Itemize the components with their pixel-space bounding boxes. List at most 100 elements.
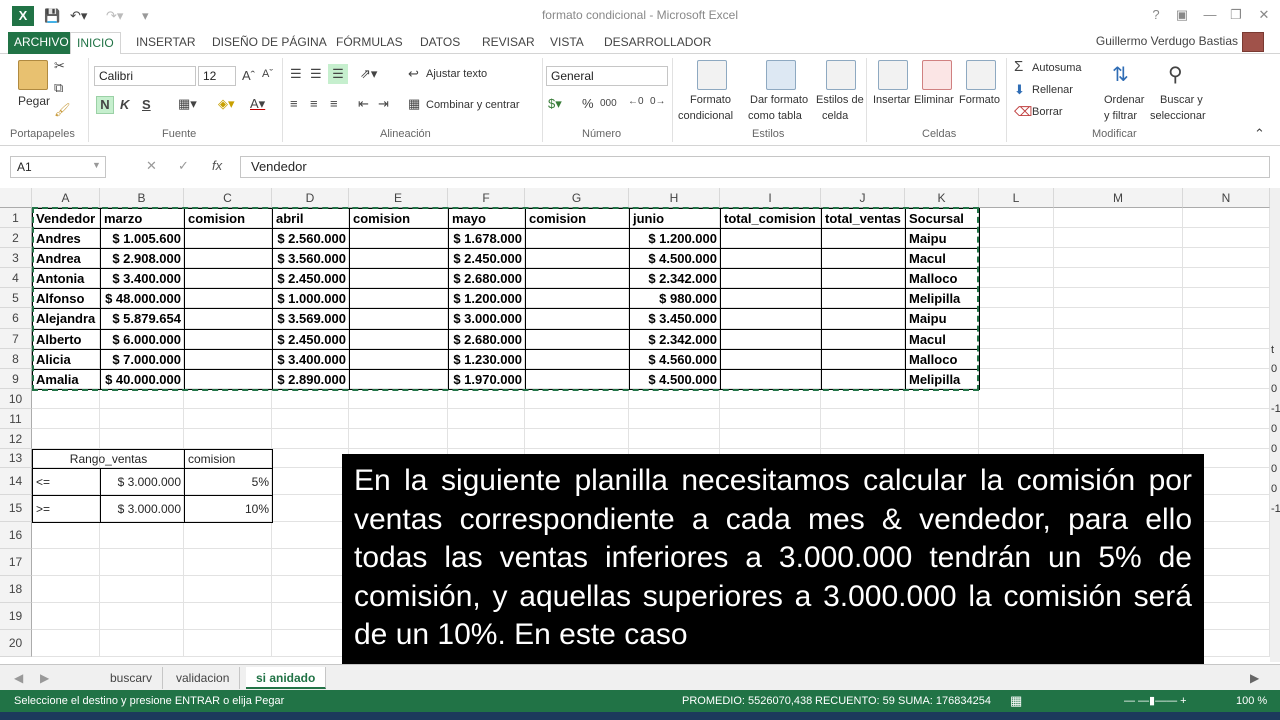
grid-cell[interactable] — [979, 389, 1054, 409]
prev-sheet-icon[interactable]: ◀ — [4, 667, 33, 689]
row-header[interactable]: 2 — [0, 228, 32, 248]
row-header[interactable]: 5 — [0, 288, 32, 308]
table-cell[interactable]: Andrea — [32, 248, 101, 269]
grid-cell[interactable] — [1054, 429, 1183, 449]
align-top-icon[interactable]: ☰ — [290, 66, 302, 82]
avatar[interactable] — [1242, 32, 1264, 52]
column-header[interactable]: K — [905, 188, 979, 208]
row-header[interactable]: 16 — [0, 522, 32, 549]
grid-cell[interactable] — [1183, 409, 1270, 429]
grid-cell[interactable] — [100, 549, 184, 576]
table-cell[interactable] — [349, 329, 449, 350]
table-cell[interactable] — [525, 268, 630, 289]
find-select-icon[interactable]: ⚲ — [1168, 62, 1183, 87]
grid-cell[interactable] — [272, 495, 349, 522]
cancel-entry-icon[interactable]: ✕ — [146, 158, 157, 174]
cell-styles-icon[interactable] — [826, 60, 856, 90]
grid-cell[interactable] — [1054, 268, 1183, 288]
sheet-tab-validacion[interactable]: validacion — [166, 667, 241, 689]
insert-function-button[interactable]: fx — [212, 158, 222, 173]
table-cell[interactable]: $ 1.005.600 — [100, 228, 185, 249]
table-cell[interactable] — [821, 228, 906, 249]
table-cell[interactable]: comision — [525, 208, 630, 229]
tab-formulas[interactable]: FÓRMULAS — [330, 32, 409, 54]
table-cell[interactable] — [821, 288, 906, 309]
close-icon[interactable]: ✕ — [1254, 6, 1274, 24]
row-header[interactable]: 19 — [0, 603, 32, 630]
orientation-icon[interactable]: ⇗▾ — [360, 66, 377, 82]
grid-cell[interactable] — [32, 549, 100, 576]
delete-cells-icon[interactable] — [922, 60, 952, 90]
grid-cell[interactable] — [32, 522, 100, 549]
grow-font-icon[interactable]: Aˆ — [242, 68, 255, 83]
grid-cell[interactable] — [272, 576, 349, 603]
help-icon[interactable]: ? — [1146, 6, 1166, 24]
table-cell[interactable]: $ 2.908.000 — [100, 248, 185, 269]
grid-cell[interactable] — [1054, 208, 1183, 228]
row-header[interactable]: 9 — [0, 369, 32, 389]
grid-cell[interactable] — [1054, 248, 1183, 268]
fill-icon[interactable]: ⬇ — [1014, 82, 1025, 98]
format-cells-icon[interactable] — [966, 60, 996, 90]
column-header[interactable]: L — [979, 188, 1054, 208]
normal-view-icon[interactable]: ▦ — [1010, 690, 1022, 712]
insert-cells-icon[interactable] — [878, 60, 908, 90]
select-all-corner[interactable] — [0, 188, 32, 208]
sheet-tab-si-anidado[interactable]: si anidado — [246, 667, 327, 689]
grid-cell[interactable] — [1183, 228, 1270, 248]
grid-cell[interactable] — [272, 389, 349, 409]
row-header[interactable]: 8 — [0, 349, 32, 369]
table-cell[interactable]: total_ventas — [821, 208, 906, 229]
table-cell[interactable]: $ 7.000.000 — [100, 349, 185, 370]
tab-desarrollador[interactable]: DESARROLLADOR — [598, 32, 717, 54]
grid-cell[interactable] — [1054, 228, 1183, 248]
grid-cell[interactable] — [272, 603, 349, 630]
grid-cell[interactable] — [1054, 409, 1183, 429]
thousands-button[interactable]: 000 — [600, 98, 617, 109]
cut-icon[interactable]: ✂ — [54, 58, 65, 74]
table-cell[interactable]: $ 6.000.000 — [100, 329, 185, 350]
table-cell[interactable] — [821, 369, 906, 390]
grid-cell[interactable] — [525, 429, 629, 449]
table-cell[interactable]: $ 2.560.000 — [272, 228, 350, 249]
grid-cell[interactable] — [100, 522, 184, 549]
grid-cell[interactable] — [1054, 308, 1183, 329]
table-cell[interactable]: $ 2.342.000 — [629, 329, 721, 350]
grid-cell[interactable] — [272, 549, 349, 576]
table-cell[interactable]: $ 2.680.000 — [448, 329, 526, 350]
grid-cell[interactable] — [629, 389, 720, 409]
grid-cell[interactable] — [1183, 308, 1270, 329]
format-as-table-icon[interactable] — [766, 60, 796, 90]
table-cell[interactable]: $ 4.500.000 — [629, 369, 721, 390]
table-cell[interactable] — [720, 329, 822, 350]
grid-cell[interactable] — [525, 389, 629, 409]
sort-filter-icon[interactable]: ⇅ — [1112, 62, 1129, 87]
grid-cell[interactable] — [1054, 329, 1183, 349]
grid-cell[interactable] — [1183, 288, 1270, 308]
grid-cell[interactable] — [720, 429, 821, 449]
column-header[interactable]: H — [629, 188, 720, 208]
table-cell[interactable]: $ 980.000 — [629, 288, 721, 309]
table-cell[interactable]: $ 3.400.000 — [100, 268, 185, 289]
column-header[interactable]: F — [448, 188, 525, 208]
paste-icon[interactable] — [18, 60, 48, 90]
find-select-label-1[interactable]: Buscar y — [1160, 94, 1203, 106]
copy-icon[interactable]: ⧉ — [54, 80, 63, 96]
decrease-indent-icon[interactable]: ⇤ — [358, 96, 369, 112]
row-header[interactable]: 12 — [0, 429, 32, 449]
row-header[interactable]: 6 — [0, 308, 32, 329]
number-format-select[interactable]: General — [546, 66, 668, 86]
table-cell[interactable] — [349, 349, 449, 370]
grid-cell[interactable] — [1183, 268, 1270, 288]
name-box-dropdown-icon[interactable]: ▼ — [92, 160, 101, 170]
row-header[interactable]: 13 — [0, 449, 32, 468]
table-cell[interactable]: $ 1.970.000 — [448, 369, 526, 390]
table-cell[interactable]: Alberto — [32, 329, 101, 350]
table-cell[interactable] — [525, 308, 630, 330]
row-header[interactable]: 20 — [0, 630, 32, 657]
grid-cell[interactable] — [1183, 389, 1270, 409]
zoom-level[interactable]: 100 % — [1236, 690, 1267, 712]
merge-center-icon[interactable]: ▦ — [408, 96, 420, 112]
grid-cell[interactable] — [184, 429, 272, 449]
row-header[interactable]: 4 — [0, 268, 32, 288]
